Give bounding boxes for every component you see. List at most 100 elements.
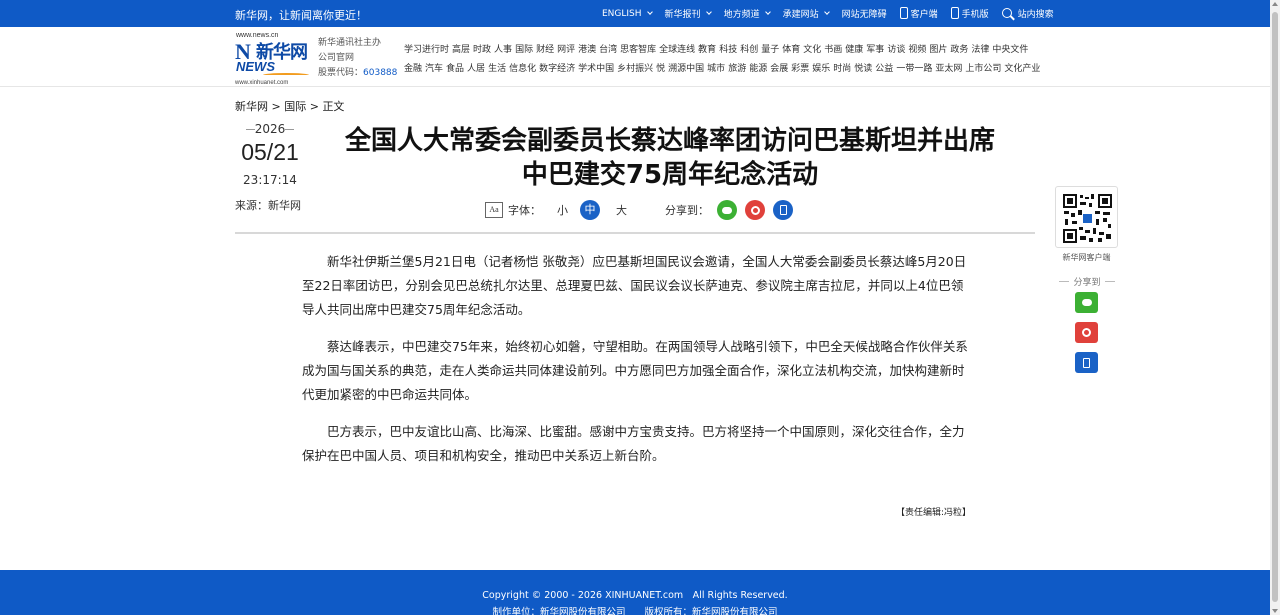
top-nav-newspapers[interactable]: 新华报刊 xyxy=(665,7,712,20)
logo-swoosh xyxy=(263,73,309,77)
channel-link[interactable]: 悦读 xyxy=(854,64,872,74)
scroll-up-arrow-icon[interactable] xyxy=(1272,2,1278,6)
sidebar-share-weibo-button[interactable] xyxy=(1075,322,1098,343)
share-weibo-button[interactable] xyxy=(745,200,765,220)
channel-link[interactable]: 会展 xyxy=(770,64,788,74)
channel-link[interactable]: 学习进行时 xyxy=(404,45,449,55)
channel-link[interactable]: 健康 xyxy=(845,45,863,55)
font-size-small[interactable]: 小 xyxy=(557,202,568,218)
channel-link[interactable]: 汽车 xyxy=(425,64,443,74)
channel-link[interactable]: 访谈 xyxy=(887,45,905,55)
qr-label: 新华网客户端 xyxy=(1062,253,1111,262)
channel-link[interactable]: 文化 xyxy=(803,45,821,55)
share-mobile-button[interactable] xyxy=(773,200,793,220)
site-slogan: 新华网，让新闻离你更近！ xyxy=(235,9,367,22)
channel-link[interactable]: 军事 xyxy=(866,45,884,55)
channel-link[interactable]: 体育 xyxy=(782,45,800,55)
stock-info: 股票代码：603888 xyxy=(318,66,397,81)
site-search-button[interactable]: 站内搜索 xyxy=(1001,7,1054,20)
channel-link[interactable]: 食品 xyxy=(446,64,464,74)
sidebar-share-label: 分享到 xyxy=(1058,275,1116,288)
breadcrumb: 新华网 > 国际 > 正文 xyxy=(235,98,344,114)
channel-link[interactable]: 法律 xyxy=(971,45,989,55)
channel-link[interactable]: 公益 xyxy=(875,64,893,74)
page-scrollbar[interactable] xyxy=(1270,0,1280,615)
channel-link[interactable]: 娱乐 xyxy=(812,64,830,74)
top-nav-english[interactable]: ENGLISH xyxy=(602,7,653,20)
channel-link[interactable]: 政务 xyxy=(950,45,968,55)
top-nav-sites[interactable]: 承建网站 xyxy=(783,7,830,20)
article-paragraph: 蔡达峰表示，中巴建交75年来，始终初心如磐，守望相助。在两国领导人战略引领下，中… xyxy=(302,339,968,402)
share-wechat-button[interactable] xyxy=(717,200,737,220)
channel-link[interactable]: 能源 xyxy=(749,64,767,74)
share-label: 分享到： xyxy=(665,204,709,217)
channel-link[interactable]: 高层 xyxy=(452,45,470,55)
logo-url-bottom: www.xinhuanet.com xyxy=(235,80,289,86)
top-nav-mobile-label: 手机版 xyxy=(961,10,989,20)
channel-link[interactable]: 溯源中国 xyxy=(668,64,704,74)
font-size-medium[interactable]: 中 xyxy=(580,200,600,220)
article-title: 全国人大常委会副委员长蔡达峰率团访问巴基斯坦并出席中巴建交75周年纪念活动 xyxy=(344,126,995,190)
channel-link[interactable]: 网评 xyxy=(557,45,575,55)
channel-link[interactable]: 思客智库 xyxy=(620,45,656,55)
publish-month-day: 05/21 xyxy=(241,139,299,165)
article-paragraph: 新华社伊斯兰堡5月21日电（记者杨恺 张敬尧）应巴基斯坦国民议会邀请，全国人大常… xyxy=(302,254,967,317)
channel-link[interactable]: 视频 xyxy=(908,45,926,55)
channel-link[interactable]: 旅游 xyxy=(728,64,746,74)
mobile-icon xyxy=(1083,357,1090,368)
article-paragraph: 巴方表示，巴中友谊比山高、比海深、比蜜甜。感谢中方宝贵支持。巴方将坚持一个中国原… xyxy=(302,424,965,463)
channel-link[interactable]: 城市 xyxy=(707,64,725,74)
site-logo[interactable]: www.news.cn N 新华网 NEWS www.xinhuanet.com xyxy=(235,32,309,86)
channel-link[interactable]: 悦 xyxy=(656,64,665,74)
breadcrumb-section[interactable]: 国际 xyxy=(284,100,306,113)
phone-app-icon xyxy=(899,6,908,19)
channel-link[interactable]: 教育 xyxy=(698,45,716,55)
mobile-icon xyxy=(779,205,787,215)
scroll-down-arrow-icon[interactable] xyxy=(1272,609,1278,613)
sidebar-share-wechat-button[interactable] xyxy=(1075,292,1098,313)
breadcrumb-separator: > xyxy=(309,100,319,113)
channel-link[interactable]: 信息化 xyxy=(509,64,536,74)
channel-link[interactable]: 人居 xyxy=(467,64,485,74)
channel-link[interactable]: 科技 xyxy=(719,45,737,55)
chevron-down-icon xyxy=(823,9,830,15)
channel-link[interactable]: 金融 xyxy=(404,64,422,74)
top-nav-mobile[interactable]: 手机版 xyxy=(950,6,989,20)
footer-producer: 制作单位：新华网股份有限公司 xyxy=(492,607,626,615)
channel-link[interactable]: 港澳 xyxy=(578,45,596,55)
channel-link[interactable]: 一带一路 xyxy=(896,64,932,74)
scrollbar-thumb[interactable] xyxy=(1272,12,1278,602)
stock-code[interactable]: 603888 xyxy=(363,68,397,78)
chevron-down-icon xyxy=(764,9,771,15)
channel-nav: 学习进行时 高层 时政 人事 国际 财经 网评 港澳 台湾 思客智库 全球连线 教育 科技 科创 量子 体育文… xyxy=(404,41,1044,79)
channel-link[interactable]: 文化产业 xyxy=(1004,64,1040,74)
article-tools: Aa 字体： 小 中 大 分享到： xyxy=(485,200,793,220)
channel-link[interactable]: 时政 xyxy=(473,45,491,55)
channel-link[interactable]: 图片 xyxy=(929,45,947,55)
channel-link[interactable]: 时尚 xyxy=(833,64,851,74)
channel-link[interactable]: 人事 xyxy=(494,45,512,55)
logo-en-text: NEWS xyxy=(236,59,275,74)
channel-link[interactable]: 科创 xyxy=(740,45,758,55)
channel-link[interactable]: 台湾 xyxy=(599,45,617,55)
channel-link[interactable]: 亚太网 xyxy=(935,64,962,74)
breadcrumb-home[interactable]: 新华网 xyxy=(235,100,268,113)
channel-link[interactable]: 数字经济 xyxy=(539,64,575,74)
channel-link[interactable]: 学术中国 xyxy=(578,64,614,74)
corp-line2: 公司官网 xyxy=(318,53,355,63)
channel-link[interactable]: 全球连线 xyxy=(659,45,695,55)
channel-link[interactable]: 生活 xyxy=(488,64,506,74)
channel-link[interactable]: 书画 xyxy=(824,45,842,55)
channel-link[interactable]: 中央文件 xyxy=(992,45,1028,55)
top-nav-client[interactable]: 客户端 xyxy=(899,6,938,20)
top-nav-local-channels[interactable]: 地方频道 xyxy=(724,7,771,20)
channel-link[interactable]: 量子 xyxy=(761,45,779,55)
channel-link[interactable]: 财经 xyxy=(536,45,554,55)
channel-link[interactable]: 彩票 xyxy=(791,64,809,74)
sidebar-share-mobile-button[interactable] xyxy=(1075,352,1098,373)
top-nav-accessibility[interactable]: 网站无障碍 xyxy=(842,7,887,20)
channel-link[interactable]: 国际 xyxy=(515,45,533,55)
channel-link[interactable]: 上市公司 xyxy=(965,64,1001,74)
font-size-large[interactable]: 大 xyxy=(616,202,627,218)
channel-link[interactable]: 乡村振兴 xyxy=(617,64,653,74)
